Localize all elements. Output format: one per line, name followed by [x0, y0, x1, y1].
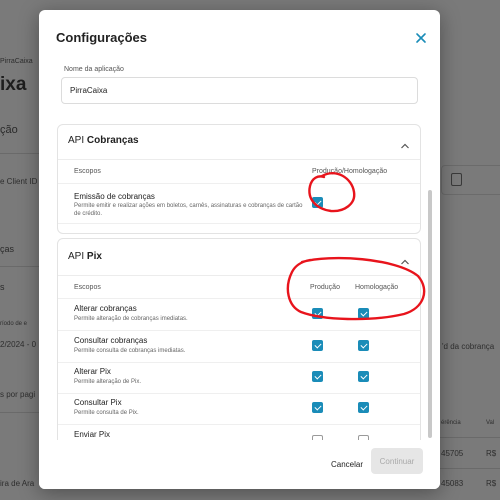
- api-cobrancas-section: API Cobranças Escopos Produção/Homologaç…: [57, 124, 421, 234]
- bg-divider: [0, 153, 39, 154]
- app-name-input[interactable]: [61, 77, 418, 104]
- row-divider: [58, 223, 420, 224]
- scope-title: Consultar cobranças: [74, 336, 148, 345]
- bg-row2-val: R$: [486, 479, 497, 488]
- cobrancas-col-env: Produção/Homologação: [312, 168, 388, 175]
- scope-title: Consultar Pix: [74, 398, 122, 407]
- cobrancas-title-bold: Cobranças: [86, 135, 139, 146]
- app-name-group: Nome da aplicação: [61, 62, 418, 114]
- modal-footer: Cancelar Continuar: [39, 442, 440, 489]
- checkbox-consultar-cobrancas-homologacao[interactable]: [358, 340, 369, 351]
- scope-row-alterar-pix: Alterar Pix Permite alteração de Pix.: [58, 362, 420, 393]
- pix-col-prod: Produção: [310, 284, 340, 291]
- scope-desc: Permite alteração de Pix.: [74, 379, 142, 385]
- continue-button[interactable]: Continuar: [371, 448, 423, 474]
- bg-col-header-2: Val: [486, 420, 495, 426]
- close-icon[interactable]: [414, 31, 428, 45]
- checkbox-alterar-cobrancas-homologacao[interactable]: [358, 308, 369, 319]
- checkbox-consultar-pix-producao[interactable]: [312, 402, 323, 413]
- bg-col-header: érência: [441, 420, 461, 426]
- modal-title: Configurações: [56, 30, 148, 45]
- bg-breadcrumb: PirraCaixa: [0, 58, 33, 65]
- cancel-button[interactable]: Cancelar: [327, 456, 367, 473]
- scope-row-consultar-pix: Consultar Pix Permite consulta de Pix.: [58, 393, 420, 424]
- bg-divider-5: [440, 468, 500, 469]
- settings-modal: Configurações Nome da aplicação API Cobr…: [39, 10, 440, 489]
- bg-per-page: s por pagi: [0, 390, 36, 399]
- scope-row-consultar-cobrancas: Consultar cobranças Permite consulta de …: [58, 331, 420, 362]
- cobrancas-section-title[interactable]: API Cobranças: [68, 135, 139, 146]
- bg-date-label: ríodo de e: [0, 321, 28, 327]
- scope-row-alterar-cobrancas: Alterar cobranças Permite alteração de c…: [58, 299, 420, 330]
- bg-title: ixa: [0, 74, 27, 95]
- bg-divider-4: [440, 437, 500, 438]
- modal-scrollbar[interactable]: [428, 190, 432, 438]
- scope-row-emissao: Emissão de cobranças Permite emitir e re…: [58, 183, 420, 223]
- bg-side-item-2: s: [0, 282, 5, 292]
- copy-icon: [451, 173, 462, 186]
- bg-section-title: ção: [0, 124, 18, 136]
- section-divider: [58, 159, 420, 160]
- scope-title: Emissão de cobranças: [74, 192, 155, 201]
- bg-copy-field: [441, 165, 500, 195]
- pix-title-bold: Pix: [86, 251, 102, 262]
- checkbox-alterar-pix-producao[interactable]: [312, 371, 323, 382]
- checkbox-emissao-cobrancas[interactable]: [312, 197, 323, 208]
- modal-body: Nome da aplicação API Cobranças Escopos …: [55, 62, 423, 440]
- bg-divider-3: [0, 412, 39, 413]
- scope-title: Alterar Pix: [74, 367, 111, 376]
- bg-row2-name: ira de Ara: [0, 479, 35, 488]
- scope-desc: Permite consulta de Pix.: [74, 410, 139, 416]
- checkbox-consultar-cobrancas-producao[interactable]: [312, 340, 323, 351]
- api-pix-section: API Pix Escopos Produção Homologação Alt…: [57, 238, 421, 440]
- section-divider: [58, 275, 420, 276]
- cobrancas-title-prefix: API: [68, 135, 85, 146]
- pix-col-homol: Homologação: [355, 284, 399, 291]
- bg-date-range: 2/2024 - 0: [0, 340, 37, 349]
- checkbox-consultar-pix-homologacao[interactable]: [358, 402, 369, 413]
- bg-divider-2: [0, 266, 39, 267]
- scope-desc: Permite alteração de cobranças imediatas…: [74, 316, 188, 322]
- cobrancas-col-scopes: Escopos: [74, 168, 101, 175]
- scope-title: Alterar cobranças: [74, 304, 137, 313]
- scope-desc: Permite emitir e realizar ações em bolet…: [74, 203, 303, 217]
- bg-client-id-label: e Client ID: [0, 177, 38, 186]
- scope-title: Enviar Pix: [74, 430, 111, 439]
- checkbox-alterar-cobrancas-producao[interactable]: [312, 308, 323, 319]
- checkbox-alterar-pix-homologacao[interactable]: [358, 371, 369, 382]
- bg-right-link: 'd da cobrança: [442, 342, 495, 351]
- bg-row1-id: 45705: [441, 449, 464, 458]
- scope-row-enviar-pix: Enviar Pix: [58, 424, 420, 440]
- bg-row2-id: 45083: [441, 479, 464, 488]
- pix-col-scopes: Escopos: [74, 284, 101, 291]
- pix-section-title[interactable]: API Pix: [68, 251, 102, 262]
- bg-side-item: ças: [0, 244, 15, 254]
- bg-row1-val: R$: [486, 449, 497, 458]
- pix-title-prefix: API: [68, 251, 85, 262]
- scope-desc: Permite consulta de cobranças imediatas.: [74, 348, 186, 354]
- app-name-label: Nome da aplicação: [64, 66, 124, 73]
- chevron-up-icon[interactable]: [400, 253, 410, 265]
- chevron-up-icon[interactable]: [400, 137, 410, 149]
- checkbox-enviar-pix-homologacao[interactable]: [358, 435, 369, 440]
- checkbox-enviar-pix-producao[interactable]: [312, 435, 323, 440]
